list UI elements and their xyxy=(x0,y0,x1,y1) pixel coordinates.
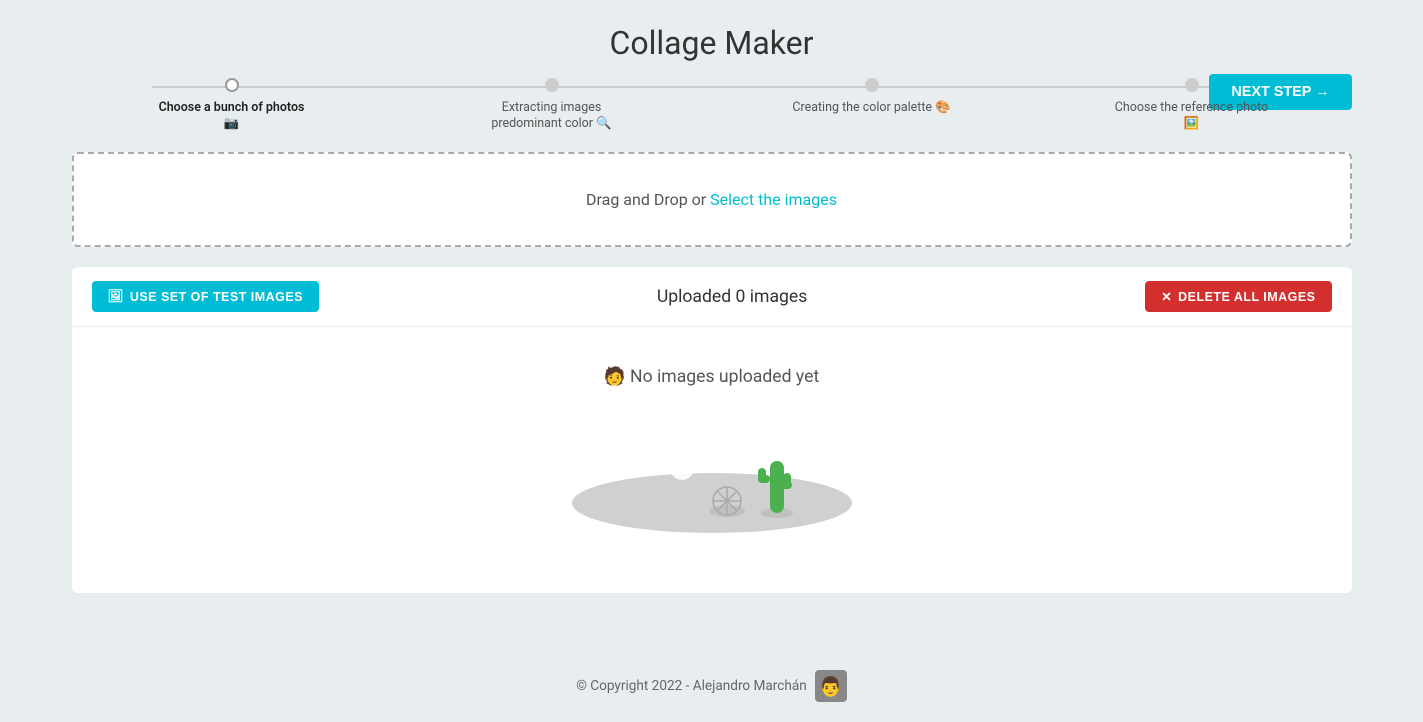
step-4: Choose the reference photo 🖼️ xyxy=(1032,78,1352,132)
footer: © Copyright 2022 - Alejandro Marchán 👨 xyxy=(556,650,867,722)
image-icon: 🖼 xyxy=(108,289,124,304)
select-images-link[interactable]: Select the images xyxy=(710,190,837,209)
step-4-dot xyxy=(1185,78,1199,92)
step-3-dot xyxy=(865,78,879,92)
step-2: Extracting images predominant color 🔍 xyxy=(392,78,712,132)
step-4-label: Choose the reference photo 🖼️ xyxy=(1112,100,1272,132)
empty-state: 🧑 No images uploaded yet xyxy=(72,327,1352,593)
dropzone[interactable]: Drag and Drop or Select the images xyxy=(72,152,1352,247)
step-2-dot xyxy=(545,78,559,92)
step-3-label: Creating the color palette 🎨 xyxy=(792,100,950,116)
dropzone-text: Drag and Drop or xyxy=(586,190,710,209)
use-test-images-label: USE SET OF TEST IMAGES xyxy=(130,290,303,304)
app-title: Collage Maker xyxy=(610,24,814,62)
uploaded-count-title: Uploaded 0 images xyxy=(657,287,808,307)
no-images-text: 🧑 No images uploaded yet xyxy=(604,367,819,387)
use-test-images-button[interactable]: 🖼 USE SET OF TEST IMAGES xyxy=(92,281,319,312)
upload-panel-header: 🖼 USE SET OF TEST IMAGES Uploaded 0 imag… xyxy=(72,267,1352,327)
upload-panel: 🖼 USE SET OF TEST IMAGES Uploaded 0 imag… xyxy=(72,267,1352,593)
step-1-label: Choose a bunch of photos 📷 xyxy=(152,100,312,132)
step-2-label: Extracting images predominant color 🔍 xyxy=(472,100,632,132)
copyright-text: © Copyright 2022 - Alejandro Marchán xyxy=(576,678,807,694)
step-3: Creating the color palette 🎨 xyxy=(712,78,1032,116)
step-1: Choose a bunch of photos 📷 xyxy=(72,78,392,132)
delete-all-label: DELETE ALL IMAGES xyxy=(1178,290,1315,304)
stepper: Choose a bunch of photos 📷 Extracting im… xyxy=(32,78,1392,132)
close-icon: ✕ xyxy=(1161,289,1172,304)
desert-illustration xyxy=(562,403,862,533)
author-avatar: 👨 xyxy=(815,670,847,702)
step-1-dot xyxy=(225,78,239,92)
delete-all-button[interactable]: ✕ DELETE ALL IMAGES xyxy=(1145,281,1331,312)
